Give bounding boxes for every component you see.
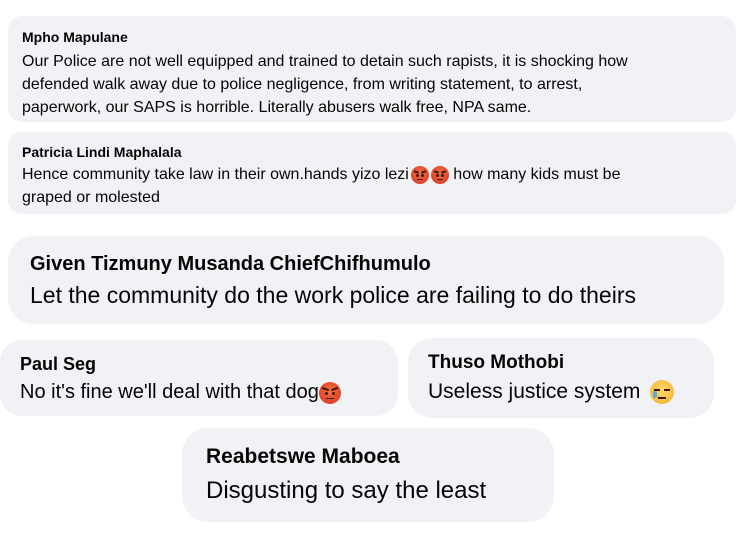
comment-author[interactable]: Given Tizmuny Musanda ChiefChifhumulo bbox=[30, 252, 702, 276]
comment-bubble-reabetswe: Reabetswe Maboea Disgusting to say the l… bbox=[182, 428, 554, 522]
comment-bubble-paul: Paul Seg No it's fine we'll deal with th… bbox=[0, 340, 398, 416]
comment-text-line: paperwork, our SAPS is horrible. Literal… bbox=[22, 99, 532, 116]
comment-text: Hence community take law in their own.ha… bbox=[22, 166, 409, 183]
comment-bubble-given: Given Tizmuny Musanda ChiefChifhumulo Le… bbox=[8, 236, 724, 324]
comment-text-line: No it's fine we'll deal with that dog bbox=[20, 377, 378, 407]
comment-text-line: Our Police are not well equipped and tra… bbox=[22, 53, 628, 70]
comment-author[interactable]: Mpho Mapulane bbox=[22, 28, 722, 46]
angry-face-icon bbox=[318, 381, 341, 404]
comment-text: how many kids must be bbox=[448, 166, 621, 183]
comment-text-line: graped or molested bbox=[22, 189, 160, 206]
comment-bubble-mpho: Mpho Mapulane Our Police are not well eq… bbox=[8, 16, 736, 122]
comment-author[interactable]: Paul Seg bbox=[20, 353, 378, 375]
angry-face-icon bbox=[430, 165, 449, 184]
comment-bubble-thuso: Thuso Mothobi Useless justice system bbox=[408, 338, 714, 418]
comment-author[interactable]: Thuso Mothobi bbox=[428, 351, 694, 374]
comment-text-line: Hence community take law in their own.ha… bbox=[22, 163, 722, 187]
comment-bubble-patricia: Patricia Lindi Maphalala Hence community… bbox=[8, 132, 736, 214]
comment-text: Let the community do the work police are… bbox=[30, 282, 636, 308]
comment-author[interactable]: Reabetswe Maboea bbox=[206, 444, 530, 470]
comment-text-line: Useless justice system bbox=[428, 376, 694, 408]
comment-text-line: defended walk away due to police neglige… bbox=[22, 76, 583, 93]
comment-author[interactable]: Patricia Lindi Maphalala bbox=[22, 143, 722, 161]
comment-text: Disgusting to say the least bbox=[206, 477, 487, 504]
comment-text: Useless justice system bbox=[428, 380, 647, 403]
angry-face-icon bbox=[410, 165, 429, 184]
comment-text: No it's fine we'll deal with that dog bbox=[20, 381, 319, 403]
crying-face-icon bbox=[650, 380, 675, 405]
